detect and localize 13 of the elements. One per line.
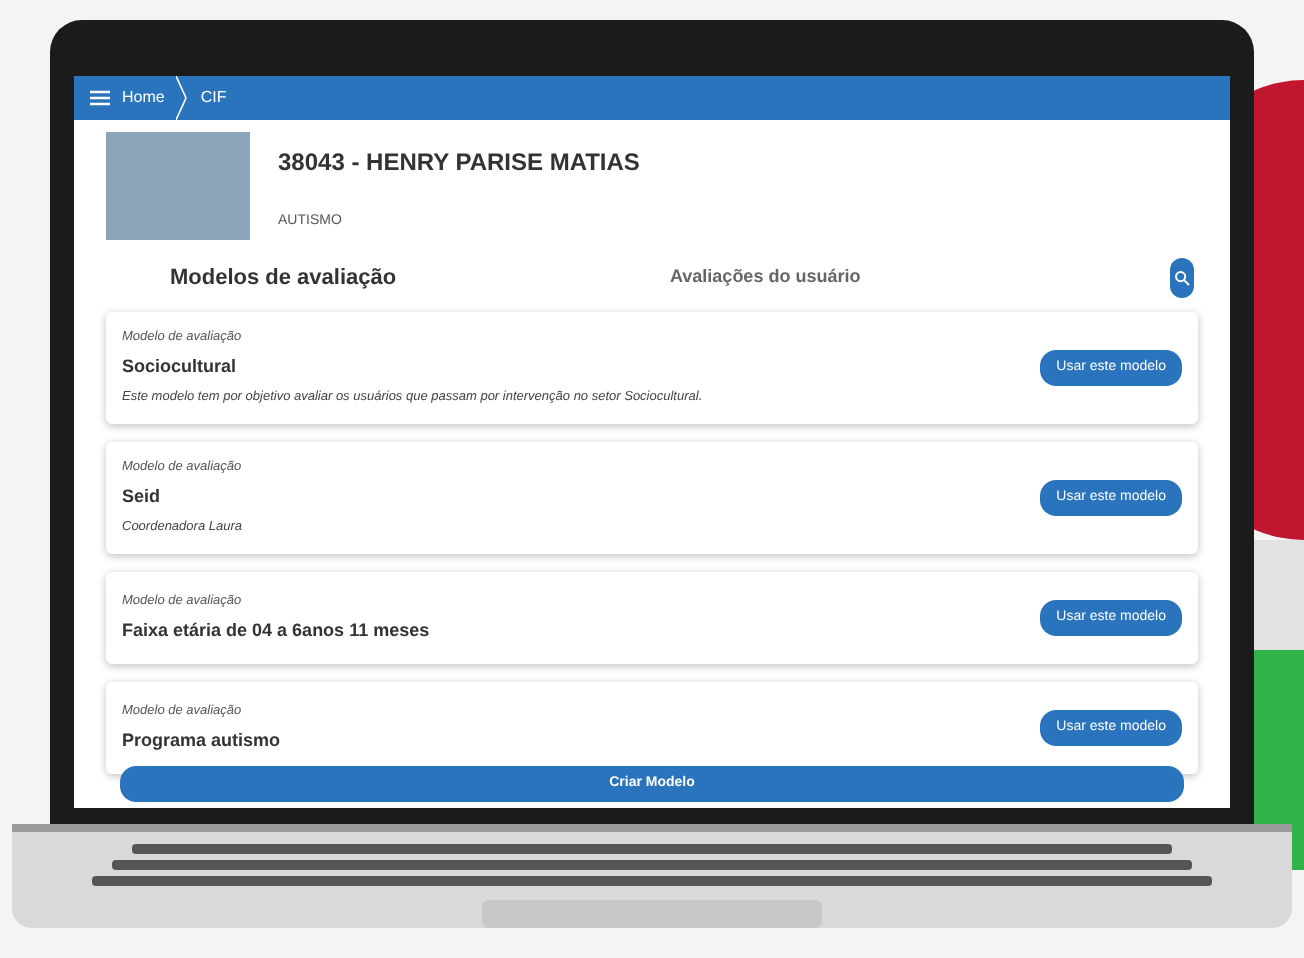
patient-name: 38043 - HENRY PARISE MATIAS	[278, 146, 640, 180]
model-name: Seid	[122, 483, 163, 510]
model-name: Sociocultural	[122, 353, 239, 380]
model-name: Faixa etária de 04 a 6anos 11 meses	[122, 617, 430, 644]
breadcrumb-link[interactable]: Home	[122, 86, 165, 110]
menu-icon[interactable]	[90, 90, 110, 106]
tab[interactable]: Avaliações do usuário	[670, 261, 1170, 295]
model-name: Programa autismo	[122, 727, 281, 754]
search-button[interactable]	[1170, 258, 1194, 298]
tab[interactable]: Modelos de avaliação	[170, 261, 670, 295]
search-icon	[1174, 270, 1190, 286]
breadcrumb-link[interactable]: CIF	[200, 86, 227, 110]
photo-placeholder	[106, 132, 250, 240]
